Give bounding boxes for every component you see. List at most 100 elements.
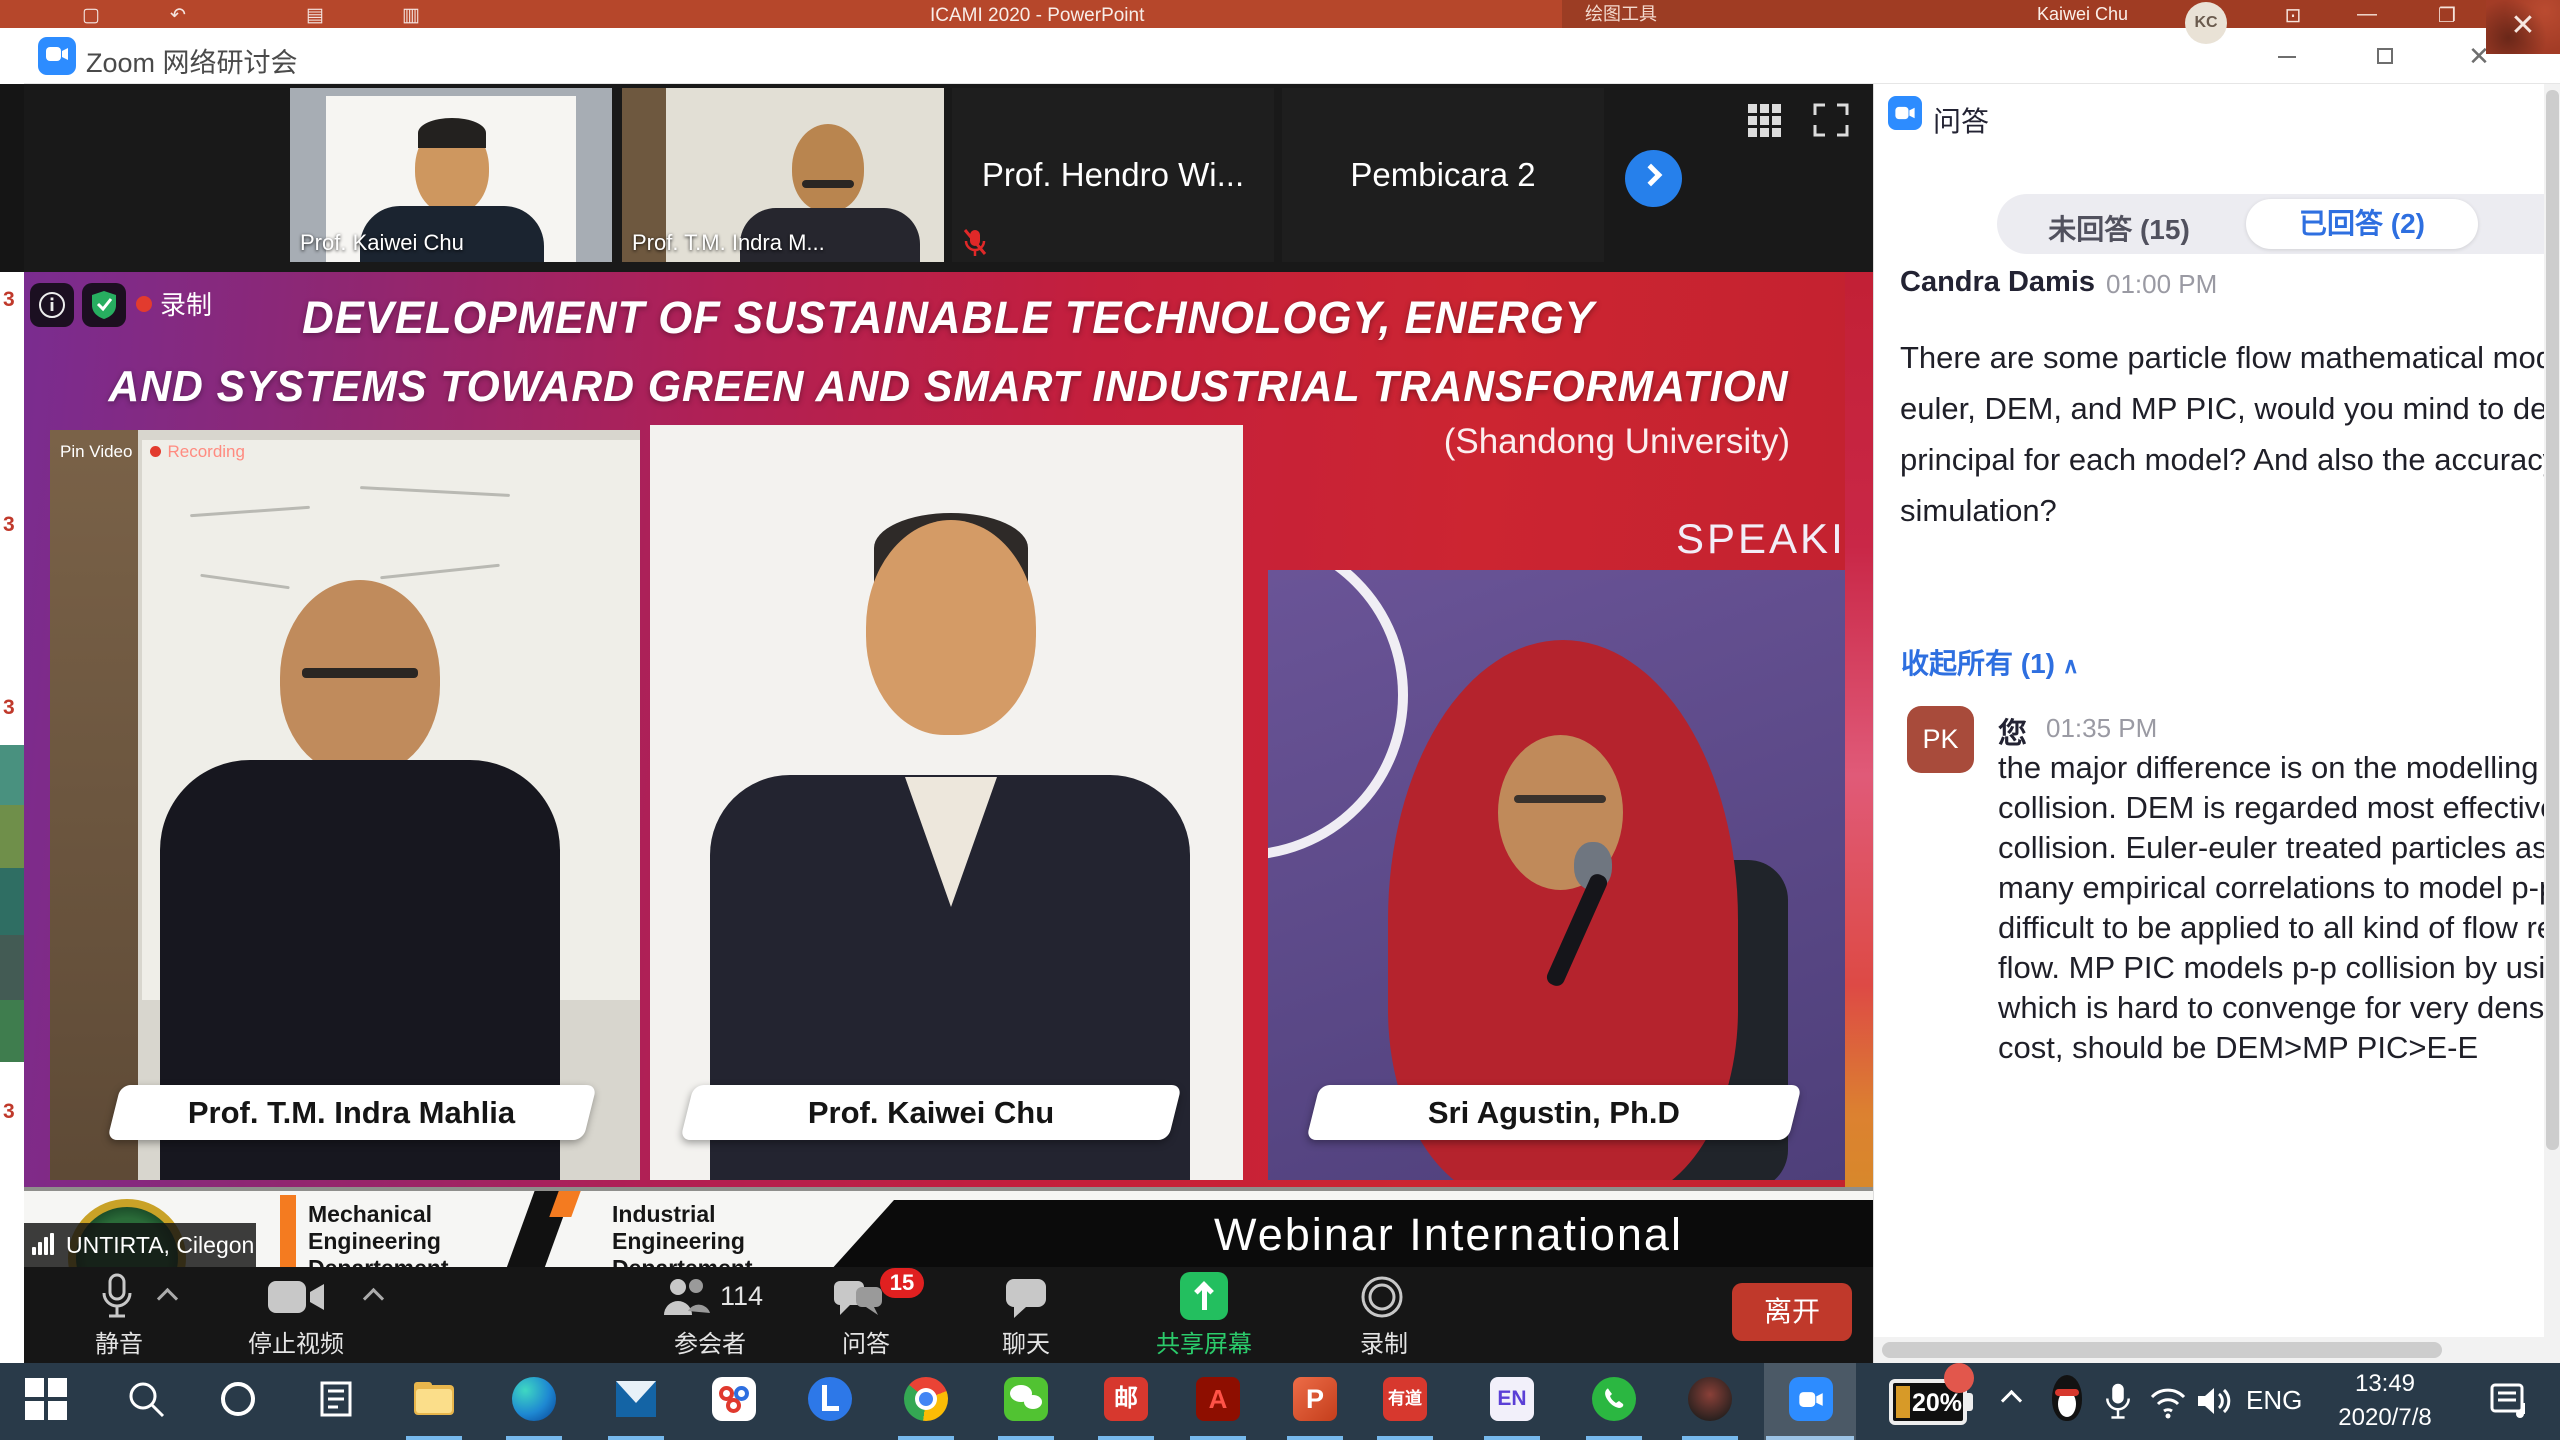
slide-number: 3 (3, 1100, 15, 1124)
action-center-button[interactable] (2490, 1381, 2528, 1421)
taskbar-app-clock[interactable] (808, 1377, 852, 1421)
vertical-scrollbar-thumb[interactable] (2546, 90, 2559, 1150)
speaker-name: Sri Agustin, Ph.D (1428, 1095, 1680, 1131)
ribbon-display-options-icon[interactable]: ⊡ (2278, 3, 2308, 28)
answer-text-line: collision. DEM is regarded most effectiv… (1998, 788, 2560, 828)
tray-volume-icon[interactable] (2196, 1383, 2236, 1419)
participant-tile-hendro[interactable]: Prof. Hendro Wi... (952, 88, 1274, 262)
taskbar-app-youdao[interactable]: 有道 (1383, 1377, 1427, 1421)
running-indicator (1484, 1436, 1540, 1440)
presentation-title-line1: DEVELOPMENT OF SUSTAINABLE TECHNOLOGY, E… (52, 292, 1846, 344)
participant-tile-indra[interactable]: Prof. T.M. Indra M... (622, 88, 944, 262)
muted-mic-icon (962, 228, 988, 258)
video-options-caret[interactable] (363, 1288, 384, 1309)
tray-show-hidden-icons[interactable] (2001, 1390, 2022, 1411)
share-screen-button[interactable]: 共享屏幕 (1134, 1324, 1274, 1359)
collapse-all-link[interactable]: 收起所有 (1) ∧ (1901, 642, 2079, 682)
slide-thumb-sliver (0, 935, 24, 1000)
running-indicator (898, 1436, 954, 1440)
chat-button[interactable]: 聊天 (966, 1324, 1086, 1359)
fullscreen-icon[interactable] (1813, 103, 1849, 137)
tray-qq-icon[interactable] (2050, 1375, 2084, 1425)
search-button[interactable] (124, 1377, 168, 1421)
pp-close-region[interactable]: ✕ (2486, 0, 2560, 54)
pp-minimize-button[interactable]: — (2352, 3, 2382, 26)
chevron-right-icon (1640, 164, 1663, 187)
running-indicator (1766, 1436, 1854, 1440)
answer-time: 01:35 PM (2046, 713, 2157, 744)
record-button[interactable]: 录制 (1322, 1324, 1446, 1359)
mic-icon[interactable] (100, 1273, 134, 1319)
drawing-tools-tab[interactable]: 绘图工具 (1562, 0, 1680, 28)
share-screen-icon[interactable] (1180, 1272, 1228, 1320)
tab-answered[interactable]: 已回答 (2) (2246, 199, 2478, 249)
taskbar-app-zoom[interactable] (1789, 1377, 1833, 1421)
leave-button[interactable]: 离开 (1732, 1283, 1852, 1341)
participants-icon[interactable] (660, 1277, 712, 1317)
qa-button[interactable]: 问答 (806, 1324, 926, 1359)
pp-close-icon[interactable]: ✕ (2486, 0, 2560, 52)
maximize-button[interactable] (2370, 42, 2400, 70)
glasses (1514, 795, 1606, 803)
taskbar-app-en[interactable]: EN (1490, 1377, 1534, 1421)
camera-icon[interactable] (268, 1279, 324, 1315)
participants-count: 114 (720, 1281, 763, 1312)
speaker-nameplate: Sri Agustin, Ph.D (1306, 1085, 1802, 1140)
pane-dark-strip (0, 84, 24, 272)
participants-button[interactable]: 参会者 (640, 1324, 780, 1359)
pp-restore-button[interactable]: ❐ (2432, 3, 2462, 28)
horizontal-scrollbar-thumb[interactable] (1882, 1342, 2442, 1358)
customize-qat-icon[interactable]: ▥ (402, 4, 420, 27)
answer-text-line: cost, should be DEM>MP PIC>E-E (1998, 1028, 2560, 1068)
start-button[interactable] (24, 1377, 68, 1421)
language-indicator[interactable]: ENG (2246, 1385, 2302, 1416)
gallery-view-icon[interactable] (1747, 103, 1783, 137)
zoom-toolbar: 静音 停止视频 114 参会者 15 问答 聊天 共享屏幕 (24, 1267, 1873, 1363)
taskbar-app-powerpoint[interactable]: P (1293, 1377, 1337, 1421)
taskbar-app-edge[interactable] (512, 1377, 556, 1421)
mute-options-caret[interactable] (157, 1288, 178, 1309)
tray-network-icon[interactable] (2148, 1383, 2188, 1419)
person-silhouette (792, 124, 864, 212)
slideshow-icon[interactable]: ▤ (306, 4, 324, 27)
taskbar-app-rings[interactable] (712, 1377, 756, 1421)
stop-video-button[interactable]: 停止视频 (226, 1324, 366, 1359)
cortana-button[interactable] (216, 1377, 260, 1421)
poster-circle-frame (1268, 570, 1408, 860)
taskbar-app-adobe-reader[interactable]: A (1196, 1377, 1240, 1421)
qa-icon[interactable] (832, 1277, 884, 1319)
next-participants-button[interactable] (1625, 150, 1682, 207)
taskbar-clock[interactable]: 13:49 2020/7/8 (2325, 1367, 2445, 1435)
powerpoint-titlebar: ▢ ↶ ▤ ▥ ICAMI 2020 - PowerPoint 绘图工具 Kai… (0, 0, 2560, 28)
taskbar-app-whatsapp[interactable] (1592, 1377, 1636, 1421)
undo-icon[interactable]: ↶ (170, 4, 186, 27)
battery-level: 20% (1909, 1389, 1965, 1418)
minimize-button[interactable] (2272, 42, 2302, 70)
participant-tile-kaiwei-chu[interactable]: Prof. Kaiwei Chu (290, 88, 612, 262)
account-name[interactable]: Kaiwei Chu (2037, 4, 2128, 25)
taskbar-app-avatar[interactable] (1688, 1377, 1732, 1421)
task-view-button[interactable] (314, 1377, 358, 1421)
answer-text-line: difficult to be applied to all kind of f… (1998, 908, 2560, 948)
zoom-titlebar[interactable]: Zoom 网络研讨会 ✕ (24, 28, 2560, 84)
clock-date: 2020/7/8 (2325, 1401, 2445, 1435)
tray-mic-icon[interactable] (2104, 1379, 2132, 1423)
taskbar-app-wechat[interactable] (1004, 1377, 1048, 1421)
speaker-name: Prof. Kaiwei Chu (808, 1095, 1054, 1131)
webinar-banner-text: Webinar International (1024, 1209, 1873, 1261)
question-time: 01:00 PM (2106, 269, 2217, 300)
taskbar-app-mail-163[interactable]: 邮 (1104, 1377, 1148, 1421)
question-text: There are some particle flow mathematica… (1900, 332, 2560, 536)
record-icon[interactable] (1360, 1275, 1404, 1319)
save-icon[interactable]: ▢ (82, 4, 100, 27)
running-indicator (406, 1436, 462, 1440)
taskbar-app-chrome[interactable] (904, 1377, 948, 1421)
taskbar-app-mail[interactable] (614, 1377, 658, 1421)
tab-unanswered[interactable]: 未回答 (15) (2004, 208, 2234, 242)
account-avatar[interactable]: KC (2185, 2, 2227, 44)
running-indicator (1586, 1436, 1642, 1440)
chat-icon[interactable] (1004, 1277, 1048, 1319)
participant-tile-pembicara-2[interactable]: Pembicara 2 (1282, 88, 1604, 262)
taskbar-app-file-explorer[interactable] (412, 1377, 456, 1421)
mute-button[interactable]: 静音 (64, 1324, 174, 1359)
